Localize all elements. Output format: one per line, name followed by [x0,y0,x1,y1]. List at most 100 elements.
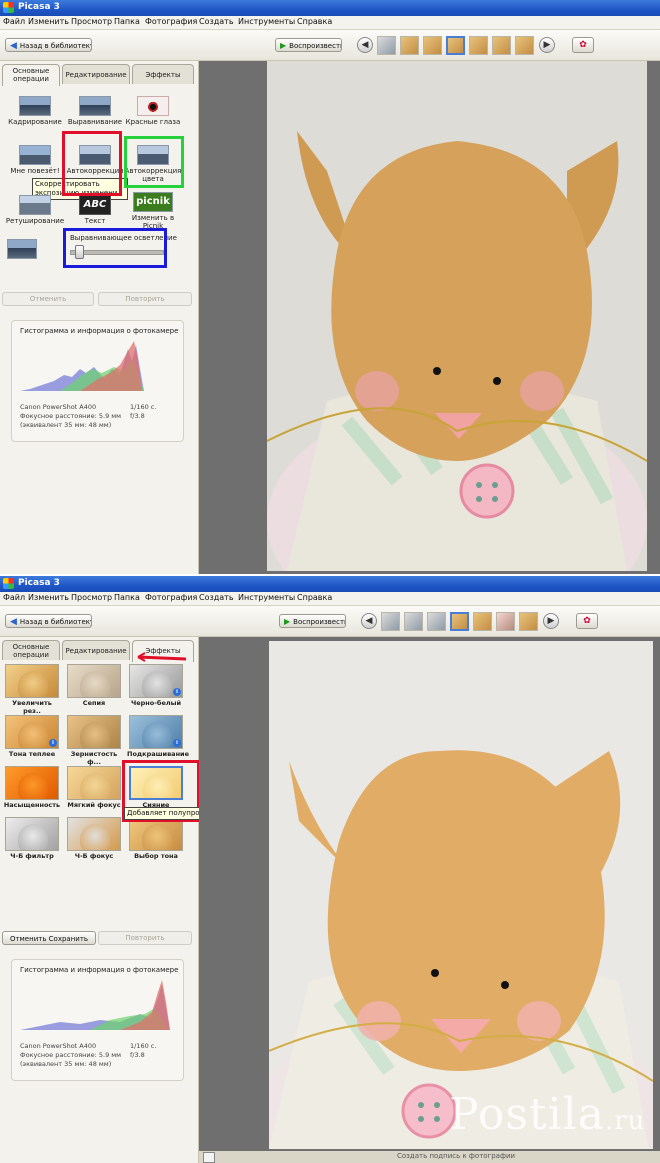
slideshow-button[interactable]: ▶ Воспроизвести [275,38,342,52]
menu-create[interactable]: Создать [199,17,234,26]
previous-photo-button[interactable]: ◀ [357,37,373,53]
undo-save-button[interactable]: Отменить Сохранить [2,931,96,945]
bwfocus-thumbnail-icon [67,817,121,851]
photo-viewer [199,61,660,574]
tool-label: Выравнивание [67,118,123,126]
previous-photo-button[interactable]: ◀ [361,613,377,629]
next-photo-button[interactable]: ▶ [543,613,559,629]
warmer-thumbnail-icon: i [5,715,59,749]
effect-label: Тона теплее [8,750,56,758]
tab-basic-fixes[interactable]: Основные операции [2,640,60,660]
menu-bar: Файл Изменить Просмотр Папка Фотография … [0,592,660,606]
tab-effects[interactable]: Эффекты [132,64,194,84]
filmstrip-thumb-selected[interactable] [446,36,465,55]
menu-help[interactable]: Справка [297,593,332,602]
menu-help[interactable]: Справка [297,17,332,26]
tool-text[interactable]: ABC Текст [64,195,126,225]
effect-grain[interactable]: Зернистость ф... [65,715,123,766]
main-photo [267,61,647,571]
lucky-icon [19,145,51,165]
menu-view[interactable]: Просмотр [71,593,112,602]
filmstrip-thumb[interactable] [427,612,446,631]
tool-picnik[interactable]: picnik Изменить в Picnik [122,192,184,230]
effect-warmer[interactable]: i Тона теплее [3,715,61,758]
tool-label: Текст [84,217,106,225]
picnik-icon: picnik [133,192,173,212]
focal-equivalent: (эквивалент 35 мм: 48 мм) [20,1060,112,1068]
filmstrip-thumb[interactable] [473,612,492,631]
redo-button[interactable]: Повторить [98,931,192,945]
pick-thumbnail-icon [129,817,183,851]
effect-bwfilter[interactable]: Ч-Б фильтр [3,817,61,860]
menu-photo[interactable]: Фотография [145,17,197,26]
back-label: Назад в библиотеку [19,42,92,50]
tool-crop[interactable]: Кадрирование [4,96,66,126]
menu-tools[interactable]: Инструменты [238,17,295,26]
menu-edit[interactable]: Изменить [28,593,69,602]
filmstrip-thumb[interactable] [423,36,442,55]
effect-sepia[interactable]: Сепия [65,664,123,707]
tint-thumbnail-icon: i [129,715,183,749]
effect-bwfocus[interactable]: Ч-Б фокус [65,817,123,860]
picasa-logo-icon [3,578,14,589]
filmstrip-thumb[interactable] [492,36,511,55]
menu-bar: Файл Изменить Просмотр Папка Фотография … [0,16,660,30]
back-to-library-button[interactable]: ◀ Назад в библиотеку [5,614,92,628]
window-title: Picasa 3 [18,2,60,12]
filmstrip-thumb[interactable] [515,36,534,55]
menu-edit[interactable]: Изменить [28,17,69,26]
watermark-logo: Postila.ru [449,1089,646,1140]
camera-model: Canon PowerShot A400 [20,1042,97,1050]
soft-thumbnail-icon [67,766,121,800]
redo-button[interactable]: Повторить [98,292,192,306]
tool-im-feeling-lucky[interactable]: Мне повезёт! [4,145,66,175]
effect-bw[interactable]: i Черно-белый [127,664,185,707]
menu-tools[interactable]: Инструменты [238,593,295,602]
tool-straighten[interactable]: Выравнивание [64,96,126,126]
caption-placeholder[interactable]: Создать подпись к фотографии [397,1152,515,1160]
effect-label: Ч-Б фильтр [10,852,54,860]
menu-file[interactable]: Файл [3,17,25,26]
caption-toggle-icon[interactable] [203,1152,215,1163]
menu-file[interactable]: Файл [3,593,25,602]
upload-web-icon[interactable]: ✿ [576,613,598,629]
tool-label: Мне повезёт! [10,167,60,175]
menu-create[interactable]: Создать [199,593,234,602]
back-to-library-button[interactable]: ◀ Назад в библиотеку [5,38,92,52]
effect-warm[interactable]: Увеличить рез.. [3,664,61,715]
filmstrip-thumb[interactable] [519,612,538,631]
filmstrip-thumb[interactable] [469,36,488,55]
upload-web-icon[interactable]: ✿ [572,37,594,53]
filmstrip-thumb-selected[interactable] [450,612,469,631]
filmstrip-thumb[interactable] [377,36,396,55]
retouch-icon [19,195,51,215]
effect-pick[interactable]: Выбор тона [127,817,185,860]
fill-light-icon-wrap [4,239,40,261]
edit-tabs: Основные операции Редактирование Эффекты [2,64,196,86]
slideshow-button[interactable]: ▶ Воспроизвести [279,614,346,628]
doll-photo [269,641,653,1149]
tab-tuning[interactable]: Редактирование [62,640,130,660]
tool-label: Кадрирование [8,118,62,126]
sepia-thumbnail-icon [67,664,121,698]
filmstrip-thumb[interactable] [496,612,515,631]
effect-soft[interactable]: Мягкий фокус [65,766,123,809]
tool-red-eye[interactable]: Красные глаза [122,96,184,126]
undo-button[interactable]: Отменить [2,292,94,306]
tool-retouch[interactable]: Ретуширование [4,195,66,225]
tab-basic-fixes[interactable]: Основные операции [2,64,60,86]
filmstrip-thumb[interactable] [404,612,423,631]
menu-photo[interactable]: Фотография [145,593,197,602]
saturated-thumbnail-icon [5,766,59,800]
tab-tuning[interactable]: Редактирование [62,64,130,84]
menu-folder[interactable]: Папка [114,593,140,602]
next-photo-button[interactable]: ▶ [539,37,555,53]
warm-thumbnail-icon [5,664,59,698]
effect-tint[interactable]: i Подкрашивание [127,715,189,758]
effect-saturated[interactable]: Насыщенность [3,766,61,809]
filmstrip-thumb[interactable] [400,36,419,55]
filmstrip-thumb[interactable] [381,612,400,631]
menu-view[interactable]: Просмотр [71,17,112,26]
cat-figure [142,824,172,850]
menu-folder[interactable]: Папка [114,17,140,26]
